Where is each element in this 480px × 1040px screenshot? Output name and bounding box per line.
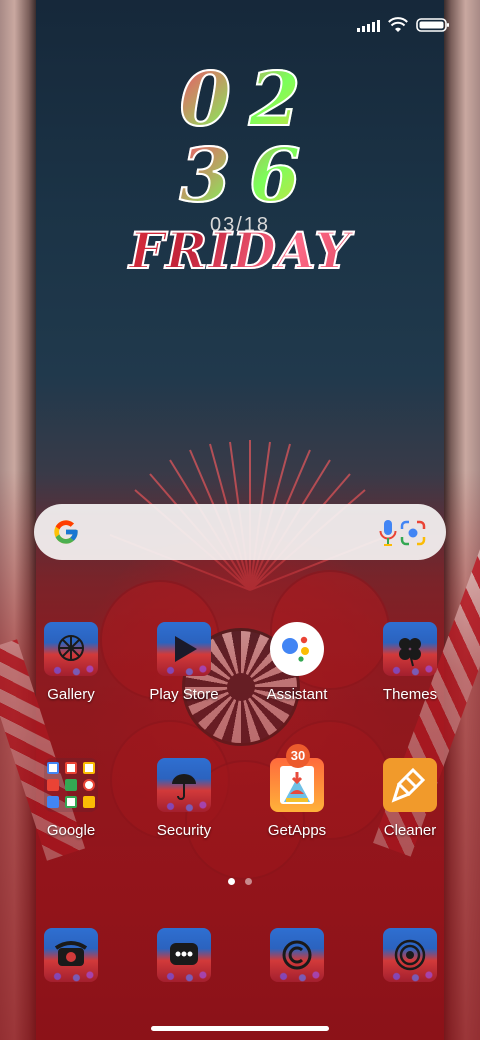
- app-google-folder[interactable]: Google: [16, 758, 126, 839]
- assistant-icon: [270, 622, 324, 676]
- app-label: Gallery: [47, 686, 95, 703]
- app-gallery[interactable]: Gallery: [16, 622, 126, 703]
- notification-badge: 30: [286, 744, 310, 768]
- app-label: Security: [156, 822, 212, 839]
- cleaner-icon: [383, 758, 437, 812]
- browser-icon: [282, 940, 312, 970]
- dock-phone[interactable]: [44, 928, 98, 982]
- app-themes[interactable]: Themes: [355, 622, 465, 703]
- app-cleaner[interactable]: Cleaner: [355, 758, 465, 839]
- google-search-bar[interactable]: [34, 504, 446, 560]
- page-dot-active[interactable]: [228, 878, 235, 885]
- security-icon: [157, 758, 211, 812]
- signal-icon: [357, 18, 380, 32]
- clock-hours: 02: [0, 61, 480, 139]
- gallery-icon: [44, 622, 98, 676]
- page-indicator[interactable]: [0, 878, 480, 885]
- app-security[interactable]: Security: [129, 758, 239, 839]
- dock-browser[interactable]: [270, 928, 324, 982]
- lens-icon[interactable]: [400, 520, 426, 546]
- app-label: Assistant: [266, 686, 328, 703]
- app-label: Play Store: [149, 686, 219, 703]
- wifi-icon: [388, 17, 408, 32]
- clock-minutes: 36: [0, 137, 480, 215]
- page-dot[interactable]: [245, 878, 252, 885]
- battery-icon: [416, 18, 449, 32]
- app-play-store[interactable]: Play Store: [129, 622, 239, 703]
- home-screen: 02 36 03/18 FRIDAY Gallery: [0, 0, 480, 1040]
- dock-camera[interactable]: [383, 928, 437, 982]
- status-bar: [357, 14, 450, 36]
- camera-icon: [394, 939, 426, 971]
- messages-icon: [170, 943, 198, 965]
- mic-icon[interactable]: [378, 518, 398, 548]
- app-assistant[interactable]: Assistant: [242, 622, 352, 703]
- themes-icon: [383, 622, 437, 676]
- home-indicator-bar[interactable]: [151, 1026, 329, 1031]
- play-store-icon: [157, 622, 211, 676]
- phone-icon: [54, 941, 88, 966]
- app-label: GetApps: [267, 822, 327, 839]
- app-getapps[interactable]: 30 GetApps: [242, 744, 352, 839]
- clock-widget[interactable]: 02 36 03/18 FRIDAY: [0, 61, 480, 279]
- app-label: Themes: [382, 686, 438, 703]
- google-g-icon: [54, 520, 78, 544]
- app-label: Google: [46, 822, 96, 839]
- google-folder-icon: [44, 758, 98, 812]
- clock-day: FRIDAY: [0, 223, 480, 279]
- dock-messages[interactable]: [157, 928, 211, 982]
- app-label: Cleaner: [383, 822, 437, 839]
